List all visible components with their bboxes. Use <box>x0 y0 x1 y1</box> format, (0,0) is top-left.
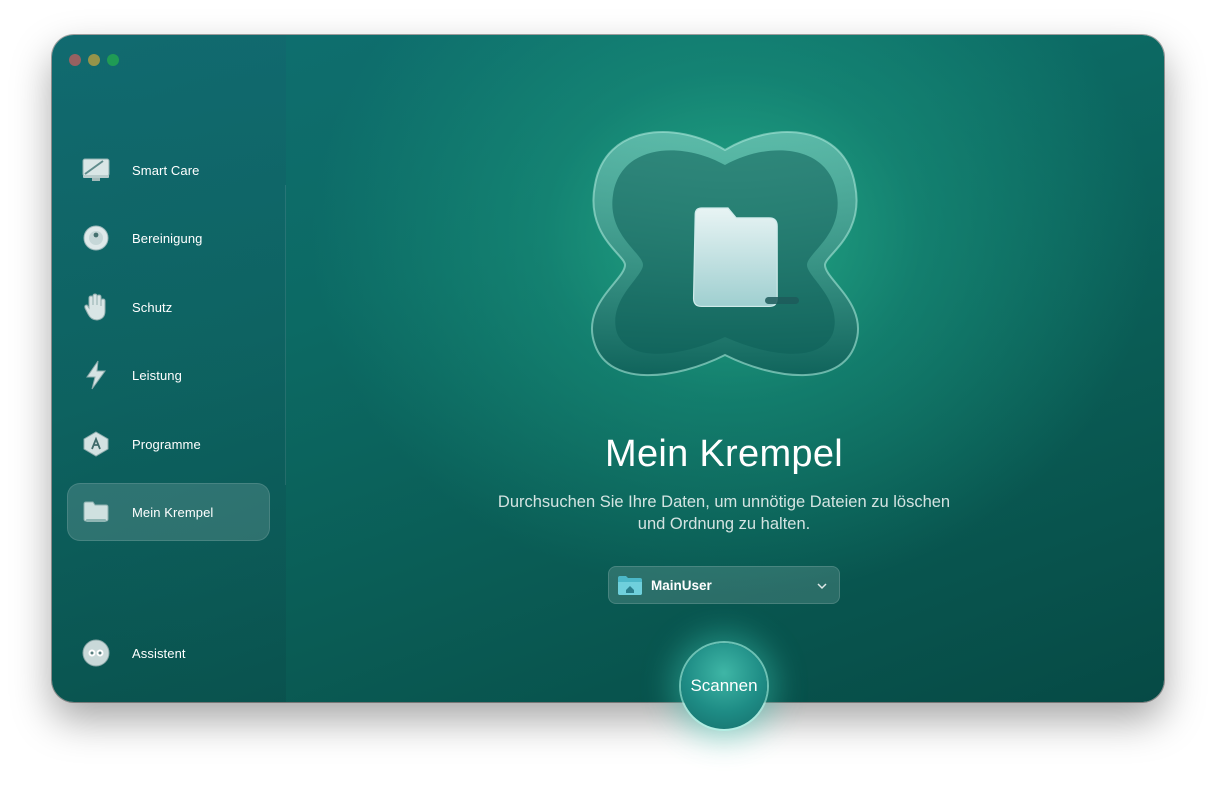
subtitle-line: und Ordnung zu halten. <box>637 515 811 533</box>
page-title: Mein Krempel <box>604 433 844 475</box>
hand-shield-icon <box>81 292 111 322</box>
assistant-icon <box>81 638 111 668</box>
selector-value: MainUser <box>651 577 712 593</box>
scan-button[interactable]: Scannen <box>681 643 767 729</box>
sidebar-item-schutz[interactable]: Schutz <box>67 278 270 336</box>
subtitle-line: Durchsuchen Sie Ihre Daten, um unnötige … <box>497 493 951 511</box>
sidebar-item-leistung[interactable]: Leistung <box>67 346 270 404</box>
cleanup-disc-icon <box>81 223 111 253</box>
sidebar-item-assistent[interactable]: Assistent <box>67 624 270 682</box>
sidebar-item-bereinigung[interactable]: Bereinigung <box>67 209 270 267</box>
sidebar-divider <box>285 185 286 485</box>
monitor-icon <box>81 155 111 185</box>
app-window: Smart Care Bereinigung Schutz Leistung P… <box>52 35 1164 702</box>
sidebar-item-label: Assistent <box>132 645 186 661</box>
sidebar-item-label: Smart Care <box>132 162 200 178</box>
sidebar-item-label: Programme <box>132 436 201 452</box>
bolt-icon <box>81 360 111 390</box>
apps-icon <box>81 429 111 459</box>
sidebar-item-label: Leistung <box>132 367 182 383</box>
folder-icon <box>81 497 111 527</box>
folder-selector-dropdown[interactable]: MainUser <box>608 566 840 604</box>
page-subtitle: Durchsuchen Sie Ihre Daten, um unnötige … <box>438 491 1010 535</box>
sidebar-item-smart-care[interactable]: Smart Care <box>67 141 270 199</box>
sidebar-item-label: Schutz <box>132 299 173 315</box>
sidebar-item-programme[interactable]: Programme <box>67 415 270 473</box>
chevron-down-icon <box>816 579 828 591</box>
folder-tray-icon <box>575 125 875 385</box>
home-folder-icon <box>617 574 643 596</box>
sidebar-item-label: Mein Krempel <box>132 504 214 520</box>
sidebar-item-mein-krempel[interactable]: Mein Krempel <box>67 483 270 541</box>
sidebar-item-label: Bereinigung <box>132 230 203 246</box>
